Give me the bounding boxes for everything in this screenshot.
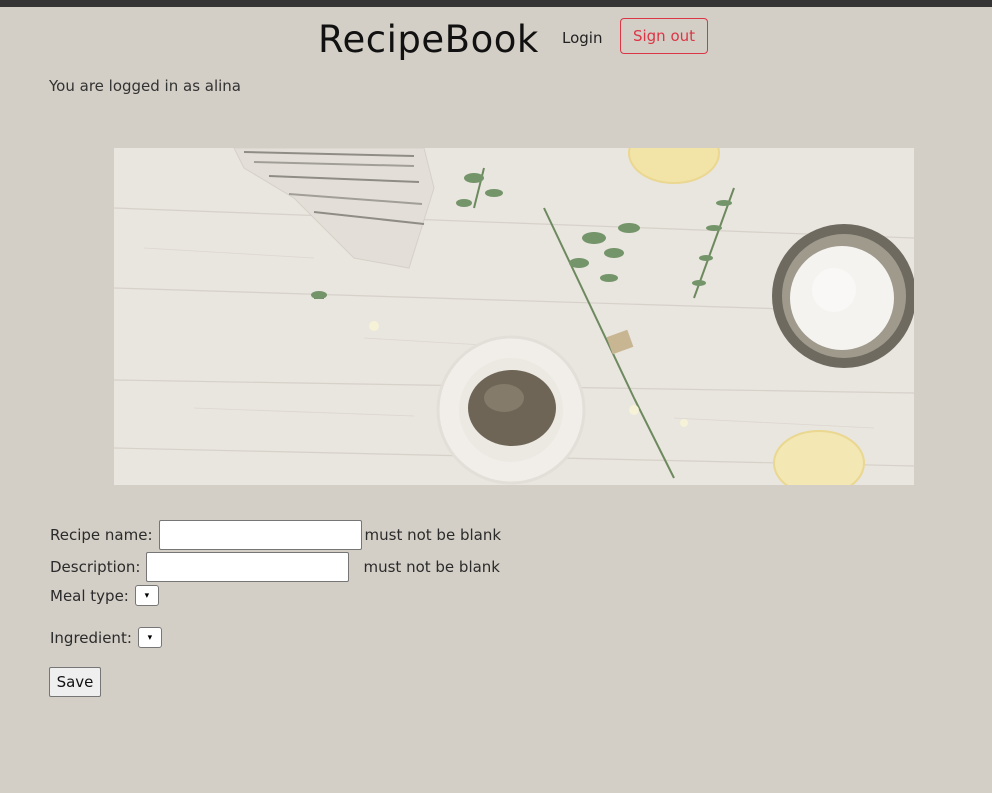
logged-in-status: You are logged in as alina — [49, 77, 241, 95]
meal-type-select[interactable]: ▾ — [134, 585, 159, 606]
recipe-name-row: Recipe name: must not be blank — [50, 520, 501, 550]
brand-title: RecipeBook — [318, 18, 539, 61]
recipe-name-input[interactable] — [158, 520, 362, 550]
sign-out-button[interactable]: Sign out — [620, 18, 708, 54]
recipe-name-error: must not be blank — [364, 526, 502, 544]
description-input[interactable] — [146, 552, 350, 582]
login-link[interactable]: Login — [562, 29, 602, 47]
save-button[interactable]: Save — [49, 667, 101, 697]
description-row: Description: must not be blank — [50, 552, 500, 582]
chevron-down-icon: ▾ — [144, 590, 150, 601]
top-bar — [0, 0, 992, 7]
meal-type-label: Meal type: — [50, 586, 129, 605]
ingredient-select[interactable]: ▾ — [137, 627, 162, 648]
pepper-bowl — [436, 335, 586, 485]
chevron-down-icon: ▾ — [147, 632, 153, 643]
hero-image — [114, 148, 914, 485]
description-error: must not be blank — [363, 558, 500, 576]
ingredient-label: Ingredient: — [50, 628, 132, 647]
description-label: Description: — [50, 558, 141, 576]
meal-type-row: Meal type: ▾ — [50, 585, 159, 606]
ingredient-row: Ingredient: ▾ — [50, 627, 162, 648]
salt-bowl — [772, 224, 914, 368]
recipe-name-label: Recipe name: — [50, 526, 153, 544]
